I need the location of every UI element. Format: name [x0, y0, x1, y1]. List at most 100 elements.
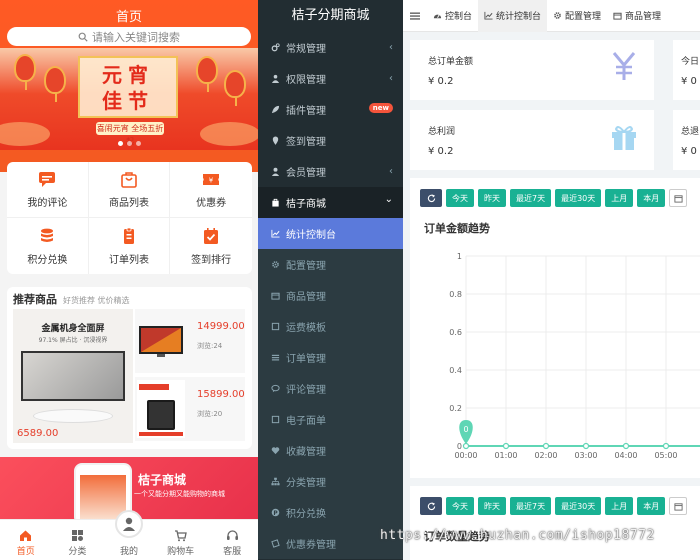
- stat-card-refund: 总退 ¥ 0: [673, 110, 700, 170]
- filter-yesterday-button[interactable]: 昨天: [478, 497, 506, 515]
- tab-products[interactable]: 商品管理: [607, 0, 667, 32]
- mobile-page-title: 首页: [115, 10, 142, 25]
- promo-banner[interactable]: 元宵 佳节 喜闹元宵 全场五折起: [0, 48, 258, 150]
- lantern-icon: [196, 56, 218, 92]
- data-point: [662, 442, 670, 450]
- sidebar-item-favorites[interactable]: 收藏管理: [258, 435, 403, 466]
- product-price: 6589.00: [17, 428, 59, 439]
- square-icon: [270, 415, 280, 425]
- tab-config[interactable]: 配置管理: [547, 0, 607, 32]
- y-tick-label: 0.2: [449, 404, 462, 413]
- x-tick-label: 04:00: [614, 451, 637, 460]
- sidebar-item-products[interactable]: 商品管理: [258, 280, 403, 311]
- sidebar-item-comments[interactable]: 评论管理: [258, 373, 403, 404]
- gear-icon: [554, 12, 561, 19]
- filter-this-month-button[interactable]: 本月: [637, 189, 666, 207]
- recommend-product-featured[interactable]: 金属机身全面屏 97.1% 屏占比 · 沉浸视界 6589.00: [13, 309, 133, 443]
- sidebar-item-points[interactable]: P 积分兑换: [258, 497, 403, 528]
- square-icon: [270, 322, 280, 332]
- sidebar-item-plugins[interactable]: 插件管理 new: [258, 94, 403, 125]
- quick-my-comments[interactable]: 我的评论: [7, 162, 89, 218]
- sidebar-item-members[interactable]: 会员管理 ‹: [258, 156, 403, 187]
- database-icon: [37, 227, 57, 245]
- filter-today-button[interactable]: 今天: [446, 189, 474, 207]
- x-tick-label: 03:00: [574, 451, 597, 460]
- lantern-icon: [14, 54, 36, 90]
- mobile-home: 首页 请输入关键词搜索 元宵 佳节 喜闹元宵 全场五折起 我的评论: [0, 0, 258, 560]
- admin-main: 控制台 统计控制台 配置管理 商品管理 总订单金额 ¥ 0.2 今日 ¥ 0 总…: [403, 0, 700, 560]
- refresh-icon: [427, 193, 435, 202]
- sidebar-item-categories[interactable]: 分类管理: [258, 466, 403, 497]
- rocket-icon: [270, 105, 280, 115]
- x-tick-label: 05:00: [654, 451, 677, 460]
- tab-dashboard[interactable]: 控制台: [427, 0, 478, 32]
- coupon-icon: ¥: [201, 170, 221, 188]
- quick-coupon[interactable]: ¥ 优惠券: [170, 162, 252, 218]
- user-icon: [114, 510, 143, 538]
- tab-cart[interactable]: 购物车: [155, 520, 207, 560]
- filter-yesterday-button[interactable]: 昨天: [478, 189, 506, 207]
- tab-mine[interactable]: 我的: [103, 510, 155, 560]
- tab-category[interactable]: 分类: [52, 520, 104, 560]
- filter-last-month-button[interactable]: 上月: [605, 189, 634, 207]
- quick-product-list[interactable]: 商品列表: [88, 162, 171, 218]
- quick-checkin-rank[interactable]: 签到排行: [170, 218, 252, 274]
- stat-card-profit: 总利润 ¥ 0.2: [410, 110, 654, 170]
- filter-30days-button[interactable]: 最近30天: [555, 189, 602, 207]
- refresh-button[interactable]: [420, 497, 442, 515]
- category-icon: [71, 530, 83, 541]
- quick-points-exchange[interactable]: 积分兑换: [7, 218, 89, 274]
- recommend-product-card[interactable]: 15899.00 浏览:20: [135, 377, 245, 441]
- filter-7days-button[interactable]: 最近7天: [510, 497, 552, 515]
- sidebar-item-permission[interactable]: 权限管理 ‹: [258, 63, 403, 94]
- calendar-icon: [674, 194, 683, 203]
- tab-stats-console[interactable]: 统计控制台: [478, 0, 548, 32]
- sidebar-item-shipping-template[interactable]: 运费模板: [258, 311, 403, 342]
- data-point: [542, 442, 550, 450]
- mobile-search-input[interactable]: 请输入关键词搜索: [7, 27, 251, 46]
- filter-today-button[interactable]: 今天: [446, 497, 474, 515]
- sidebar-logo-title: 桔子分期商城: [258, 0, 403, 32]
- product-price: 14999.00: [197, 321, 245, 332]
- lantern-icon: [224, 70, 246, 106]
- user-icon: [270, 167, 280, 177]
- banner-indicator: [118, 141, 141, 146]
- y-tick-label: 0.4: [449, 366, 462, 375]
- filter-30days-button[interactable]: 最近30天: [555, 497, 602, 515]
- line-chart-icon: [484, 11, 493, 20]
- gear-icon: [270, 260, 280, 270]
- product-views: 浏览:20: [197, 410, 223, 418]
- sidebar-item-mall[interactable]: 桔子商城 ⌄: [258, 187, 403, 218]
- tab-home[interactable]: 首页: [0, 520, 52, 560]
- sidebar-item-checkin[interactable]: 签到管理: [258, 125, 403, 156]
- yen-icon: [612, 52, 636, 80]
- watermark-text: https://www.huzhan.com/ishop18772: [380, 528, 655, 543]
- refresh-button[interactable]: [420, 189, 442, 207]
- date-picker-button[interactable]: [669, 189, 688, 207]
- tablet-image: [137, 380, 185, 438]
- sidebar-item-config[interactable]: 配置管理: [258, 249, 403, 280]
- data-point: [502, 442, 510, 450]
- sidebar-item-stats-console[interactable]: 统计控制台: [258, 218, 403, 249]
- filter-this-month-button[interactable]: 本月: [637, 497, 666, 515]
- date-picker-button[interactable]: [669, 497, 688, 515]
- tv-image: [139, 326, 183, 357]
- comment-icon: [37, 170, 57, 188]
- recommend-title: 推荐商品: [13, 293, 57, 306]
- recommend-section: 推荐商品 好货推荐 优价精选 金属机身全面屏 97.1% 屏占比 · 沉浸视界 …: [7, 287, 252, 449]
- menu-toggle-button[interactable]: [403, 11, 427, 21]
- date-filter-bar: 今天 昨天 最近7天 最近30天 上月 本月: [420, 497, 688, 515]
- tab-service[interactable]: 客服: [206, 520, 258, 560]
- y-tick-label: 0.6: [449, 328, 462, 337]
- recommend-product-card[interactable]: 14999.00 浏览:24: [135, 309, 245, 373]
- sidebar-item-general[interactable]: 常规管理 ‹: [258, 32, 403, 63]
- quick-order-list[interactable]: 订单列表: [89, 218, 171, 274]
- sidebar-item-orders[interactable]: 订单管理: [258, 342, 403, 373]
- sidebar-item-waybill[interactable]: 电子面单: [258, 404, 403, 435]
- recommend-subtitle: 好货推荐 优价精选: [63, 296, 130, 305]
- filter-last-month-button[interactable]: 上月: [605, 497, 634, 515]
- shopping-bag-icon: [119, 170, 139, 188]
- date-filter-bar: 今天 昨天 最近7天 最近30天 上月 本月: [420, 189, 688, 207]
- filter-7days-button[interactable]: 最近7天: [510, 189, 552, 207]
- y-tick-label: 0: [457, 442, 462, 451]
